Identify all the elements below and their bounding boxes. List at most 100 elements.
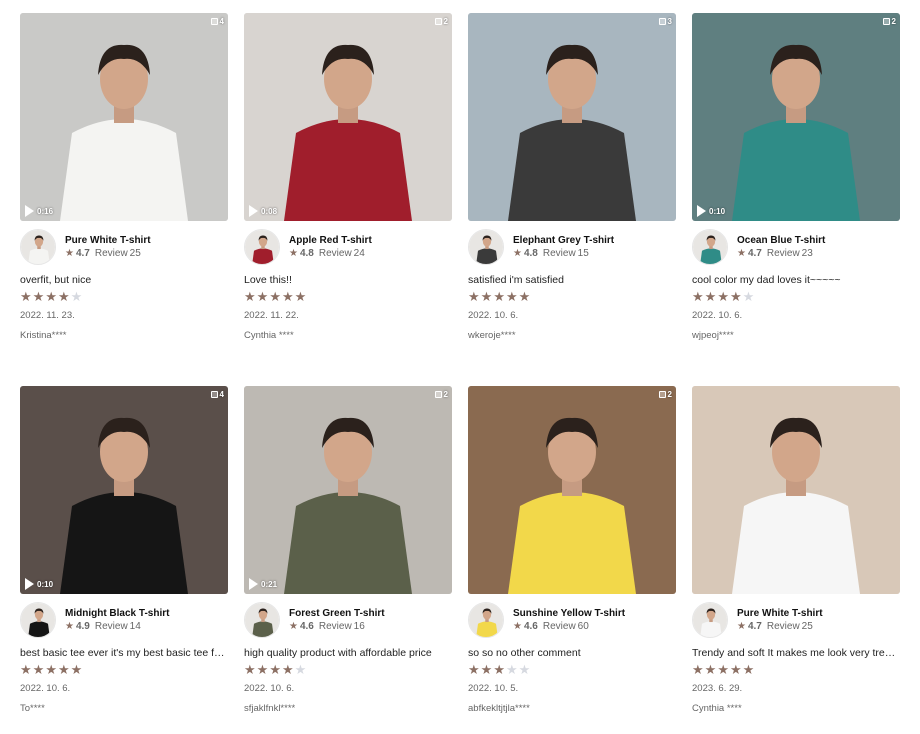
star-filled-icon: ★: [493, 662, 505, 677]
star-filled-icon: ★: [704, 289, 717, 304]
product-link[interactable]: Sunshine Yellow T-shirt ★ 4.6 Review 60: [468, 601, 676, 639]
review-card[interactable]: 2 0:08 Apple Red T-shirt ★ 4.8 Review 24 Love t…: [244, 13, 452, 342]
review-card[interactable]: 3 Elephant Grey T-shirt ★ 4.8 Review 15 satisf…: [468, 13, 676, 342]
media-count-badge: 2: [658, 390, 672, 399]
star-filled-icon: ★: [32, 662, 45, 677]
review-photo: [468, 13, 676, 221]
review-photo: [20, 386, 228, 594]
media-count-badge: 4: [210, 17, 224, 26]
review-stars: ★ ★ ★ ★ ★: [20, 290, 228, 304]
product-rating: 4.8: [299, 247, 314, 259]
review-date: 2022. 10. 5.: [468, 683, 519, 694]
review-media[interactable]: 2 0:10: [692, 13, 900, 221]
review-card[interactable]: 4 0:16 Pure White T-shirt ★ 4.7 Review 25 overf…: [20, 13, 228, 342]
review-author: wkeroje****: [468, 330, 516, 341]
review-comment: overfit, but nice: [20, 274, 92, 286]
star-icon: ★: [65, 247, 74, 259]
play-icon: [249, 205, 258, 217]
product-rating: 4.7: [747, 247, 762, 259]
review-count: 60: [577, 620, 589, 632]
product-link[interactable]: Ocean Blue T-shirt ★ 4.7 Review 23: [692, 228, 900, 266]
product-link[interactable]: Elephant Grey T-shirt ★ 4.8 Review 15: [468, 228, 676, 266]
review-comment: cool color my dad loves it~~~~~: [692, 274, 841, 286]
review-label: Review: [542, 247, 576, 259]
product-name: Pure White T-shirt: [737, 607, 823, 619]
review-media[interactable]: 3: [468, 13, 676, 221]
review-comment: so so no other comment: [468, 647, 581, 659]
review-photo: [244, 13, 452, 221]
star-filled-icon: ★: [281, 662, 294, 677]
product-meta: ★ 4.7 Review 23: [737, 247, 825, 261]
review-date: 2022. 10. 6.: [468, 310, 519, 321]
star-icon: ★: [289, 247, 298, 259]
star-filled-icon: ★: [269, 662, 281, 677]
play-icon: [25, 578, 34, 590]
review-media[interactable]: 2 0:08: [244, 13, 452, 221]
product-link[interactable]: Pure White T-shirt ★ 4.7 Review 25: [20, 228, 228, 266]
star-filled-icon: ★: [717, 662, 729, 677]
review-author: Cynthia ****: [692, 703, 742, 714]
review-stars: ★ ★ ★ ★ ★: [20, 663, 228, 677]
star-filled-icon: ★: [729, 289, 742, 304]
multiple-images-icon: [658, 18, 666, 25]
product-meta: ★ 4.8 Review 15: [513, 247, 614, 261]
product-info: Pure White T-shirt ★ 4.7 Review 25: [65, 234, 151, 261]
review-media[interactable]: 2: [468, 386, 676, 594]
media-count: 4: [219, 390, 224, 399]
review-count: 25: [801, 620, 813, 632]
star-filled-icon: ★: [692, 662, 704, 677]
review-date: 2022. 11. 23.: [20, 310, 75, 321]
review-card[interactable]: Pure White T-shirt ★ 4.7 Review 25 Trendy and…: [692, 386, 900, 715]
review-card[interactable]: 4 0:10 Midnight Black T-shirt ★ 4.9 Review 14 b…: [20, 386, 228, 715]
review-photo: [692, 13, 900, 221]
star-filled-icon: ★: [729, 662, 742, 677]
product-thumbnail: [244, 602, 280, 638]
star-empty-icon: ★: [518, 662, 531, 677]
star-filled-icon: ★: [493, 289, 505, 304]
multiple-images-icon: [210, 391, 218, 398]
review-media[interactable]: 2 0:21: [244, 386, 452, 594]
product-rating: 4.6: [523, 620, 538, 632]
product-link[interactable]: Pure White T-shirt ★ 4.7 Review 25: [692, 601, 900, 639]
review-stars: ★ ★ ★ ★ ★: [244, 290, 452, 304]
media-count-badge: 2: [434, 17, 448, 26]
product-name: Midnight Black T-shirt: [65, 607, 170, 619]
review-card[interactable]: 2 Sunshine Yellow T-shirt ★ 4.6 Review 60 so s…: [468, 386, 676, 715]
review-label: Review: [766, 247, 800, 259]
review-author: abfkekltjtjla****: [468, 703, 530, 714]
review-comment: satisfied i'm satisfied: [468, 274, 564, 286]
product-link[interactable]: Forest Green T-shirt ★ 4.6 Review 16: [244, 601, 452, 639]
star-filled-icon: ★: [480, 289, 493, 304]
product-link[interactable]: Apple Red T-shirt ★ 4.8 Review 24: [244, 228, 452, 266]
star-filled-icon: ★: [269, 289, 281, 304]
product-name: Sunshine Yellow T-shirt: [513, 607, 626, 619]
star-filled-icon: ★: [244, 289, 256, 304]
review-label: Review: [94, 620, 128, 632]
review-date: 2022. 11. 22.: [244, 310, 299, 321]
review-label: Review: [94, 247, 128, 259]
star-icon: ★: [513, 247, 522, 259]
product-meta: ★ 4.6 Review 16: [289, 620, 385, 634]
star-filled-icon: ★: [20, 662, 32, 677]
star-icon: ★: [289, 620, 298, 632]
star-icon: ★: [737, 247, 746, 259]
star-filled-icon: ★: [32, 289, 45, 304]
star-filled-icon: ★: [692, 289, 704, 304]
star-filled-icon: ★: [57, 289, 70, 304]
review-card[interactable]: 2 0:21 Forest Green T-shirt ★ 4.6 Review 16 hig…: [244, 386, 452, 715]
review-count: 23: [801, 247, 813, 259]
review-count: 25: [129, 247, 141, 259]
product-link[interactable]: Midnight Black T-shirt ★ 4.9 Review 14: [20, 601, 228, 639]
review-media[interactable]: [692, 386, 900, 594]
review-media[interactable]: 4 0:10: [20, 386, 228, 594]
product-rating: 4.9: [75, 620, 90, 632]
review-card[interactable]: 2 0:10 Ocean Blue T-shirt ★ 4.7 Review 23 cool …: [692, 13, 900, 342]
star-icon: ★: [737, 620, 746, 632]
product-name: Elephant Grey T-shirt: [513, 234, 615, 246]
review-count: 15: [577, 247, 589, 259]
review-author: Cynthia ****: [244, 330, 294, 341]
review-date: 2022. 10. 6.: [244, 683, 295, 694]
review-author: To****: [20, 703, 45, 714]
star-filled-icon: ★: [294, 289, 307, 304]
review-media[interactable]: 4 0:16: [20, 13, 228, 221]
